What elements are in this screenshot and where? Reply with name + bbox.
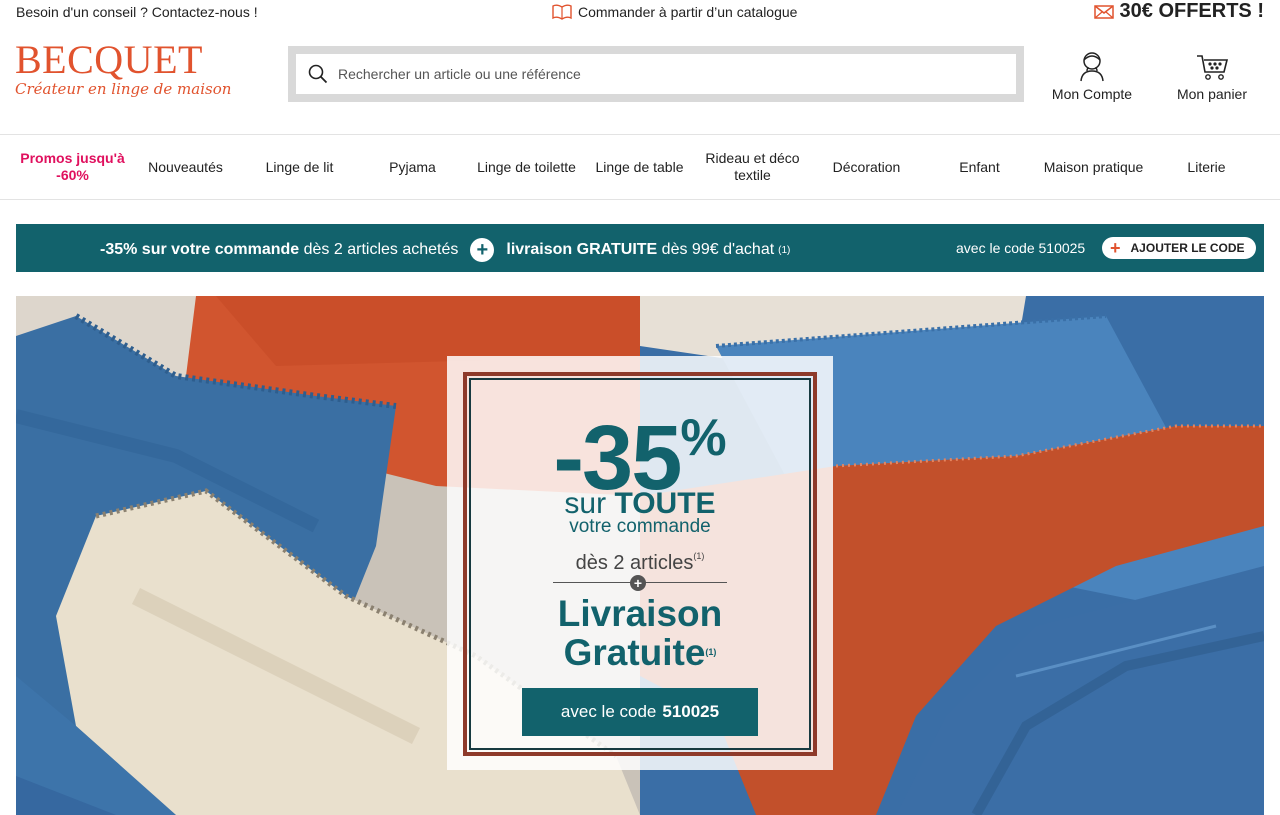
nav-item-pyjama[interactable]: Pyjama xyxy=(356,135,469,199)
nav-item-decoration[interactable]: Décoration xyxy=(810,135,923,199)
hero-line-livraison: Livraison xyxy=(557,593,723,634)
promo-banner[interactable]: -35% sur votre commande dès 2 articles a… xyxy=(16,224,1264,272)
catalog-label: Commander à partir d’un catalogue xyxy=(578,4,798,20)
hero-banner[interactable]: -35% sur TOUTE votre commande dès 2 arti… xyxy=(16,296,1264,815)
hero-line-commande: votre commande xyxy=(569,516,711,537)
cta-code: 510025 xyxy=(662,702,720,721)
utility-bar: Besoin d'un conseil ? Contactez-nous ! C… xyxy=(0,0,1280,26)
line3-text: dès 2 articles xyxy=(575,552,694,574)
line5-text: Gratuite xyxy=(563,632,706,673)
account-button[interactable]: Mon Compte xyxy=(1048,50,1136,102)
envelope-icon xyxy=(1093,4,1114,19)
nav-item-linge-de-toilette[interactable]: Linge de toilette xyxy=(470,135,583,199)
add-code-label: AJOUTER LE CODE xyxy=(1130,241,1245,255)
add-code-button[interactable]: + AJOUTER LE CODE xyxy=(1102,237,1256,259)
nav-item-literie[interactable]: Literie xyxy=(1150,135,1263,199)
search-bar xyxy=(288,46,1024,102)
offer-shipping-rest: dès 99€ d'achat xyxy=(657,241,775,258)
search-input[interactable] xyxy=(338,66,998,82)
offer-discount-rest: dès 2 articles achetés xyxy=(299,241,459,258)
nav-item-maison-pratique[interactable]: Maison pratique xyxy=(1037,135,1150,199)
contact-link[interactable]: Besoin d'un conseil ? Contactez-nous ! xyxy=(16,4,258,20)
nav-item-nouveautes[interactable]: Nouveautés xyxy=(129,135,242,199)
search-box xyxy=(296,54,1016,94)
nav-item-linge-de-lit[interactable]: Linge de lit xyxy=(243,135,356,199)
user-icon xyxy=(1080,52,1104,82)
logo-wordmark: BECQUET xyxy=(15,37,203,82)
percent-symbol: % xyxy=(680,409,727,467)
nav-item-rideau-deco[interactable]: Rideau et déco textile xyxy=(696,135,809,199)
hero-footnote-1: (1) xyxy=(693,551,705,561)
offer-link[interactable]: 30€ OFFERTS ! xyxy=(1093,0,1264,23)
becquet-logo[interactable]: BECQUET Créateur en linge de maison xyxy=(15,37,232,106)
plus-icon: + xyxy=(470,238,495,262)
nav-item-promos[interactable]: Promos jusqu'à -60% xyxy=(16,135,129,199)
nav-item-enfant[interactable]: Enfant xyxy=(923,135,1036,199)
cta-text: avec le code xyxy=(560,702,657,721)
footnote-marker: (1) xyxy=(778,244,791,256)
plus-icon: + xyxy=(630,575,646,591)
promo-card[interactable]: -35% sur TOUTE votre commande dès 2 arti… xyxy=(447,356,833,770)
hero-line-gratuite: Gratuite(1) xyxy=(447,632,833,673)
promo-code-text: avec le code 510025 xyxy=(956,240,1086,256)
promo-code-cta[interactable]: avec le code 510025 xyxy=(522,688,758,736)
offer-label: 30€ OFFERTS ! xyxy=(1119,0,1264,22)
cart-button[interactable]: Mon panier xyxy=(1168,50,1256,102)
promo-offers: -35% sur votre commande dès 2 articles a… xyxy=(100,238,790,262)
shopping-basket-icon xyxy=(1197,55,1229,80)
search-icon[interactable] xyxy=(308,64,328,84)
plus-icon: + xyxy=(1110,238,1121,258)
offer-shipping-bold: livraison GRATUITE xyxy=(506,241,658,258)
offer-discount-bold: -35% sur votre commande xyxy=(100,241,300,258)
catalog-link[interactable]: Commander à partir d’un catalogue xyxy=(552,4,797,20)
hero-line-articles: dès 2 articles(1) xyxy=(447,544,833,575)
nav-item-linge-de-table[interactable]: Linge de table xyxy=(583,135,696,199)
account-label: Mon Compte xyxy=(1051,86,1133,102)
cart-label: Mon panier xyxy=(1176,86,1248,102)
main-nav: Promos jusqu'à -60% Nouveautés Linge de … xyxy=(0,134,1280,200)
hero-footnote-2: (1) xyxy=(705,647,717,657)
logo-tagline: Créateur en linge de maison xyxy=(15,80,232,98)
open-book-icon xyxy=(552,4,572,20)
